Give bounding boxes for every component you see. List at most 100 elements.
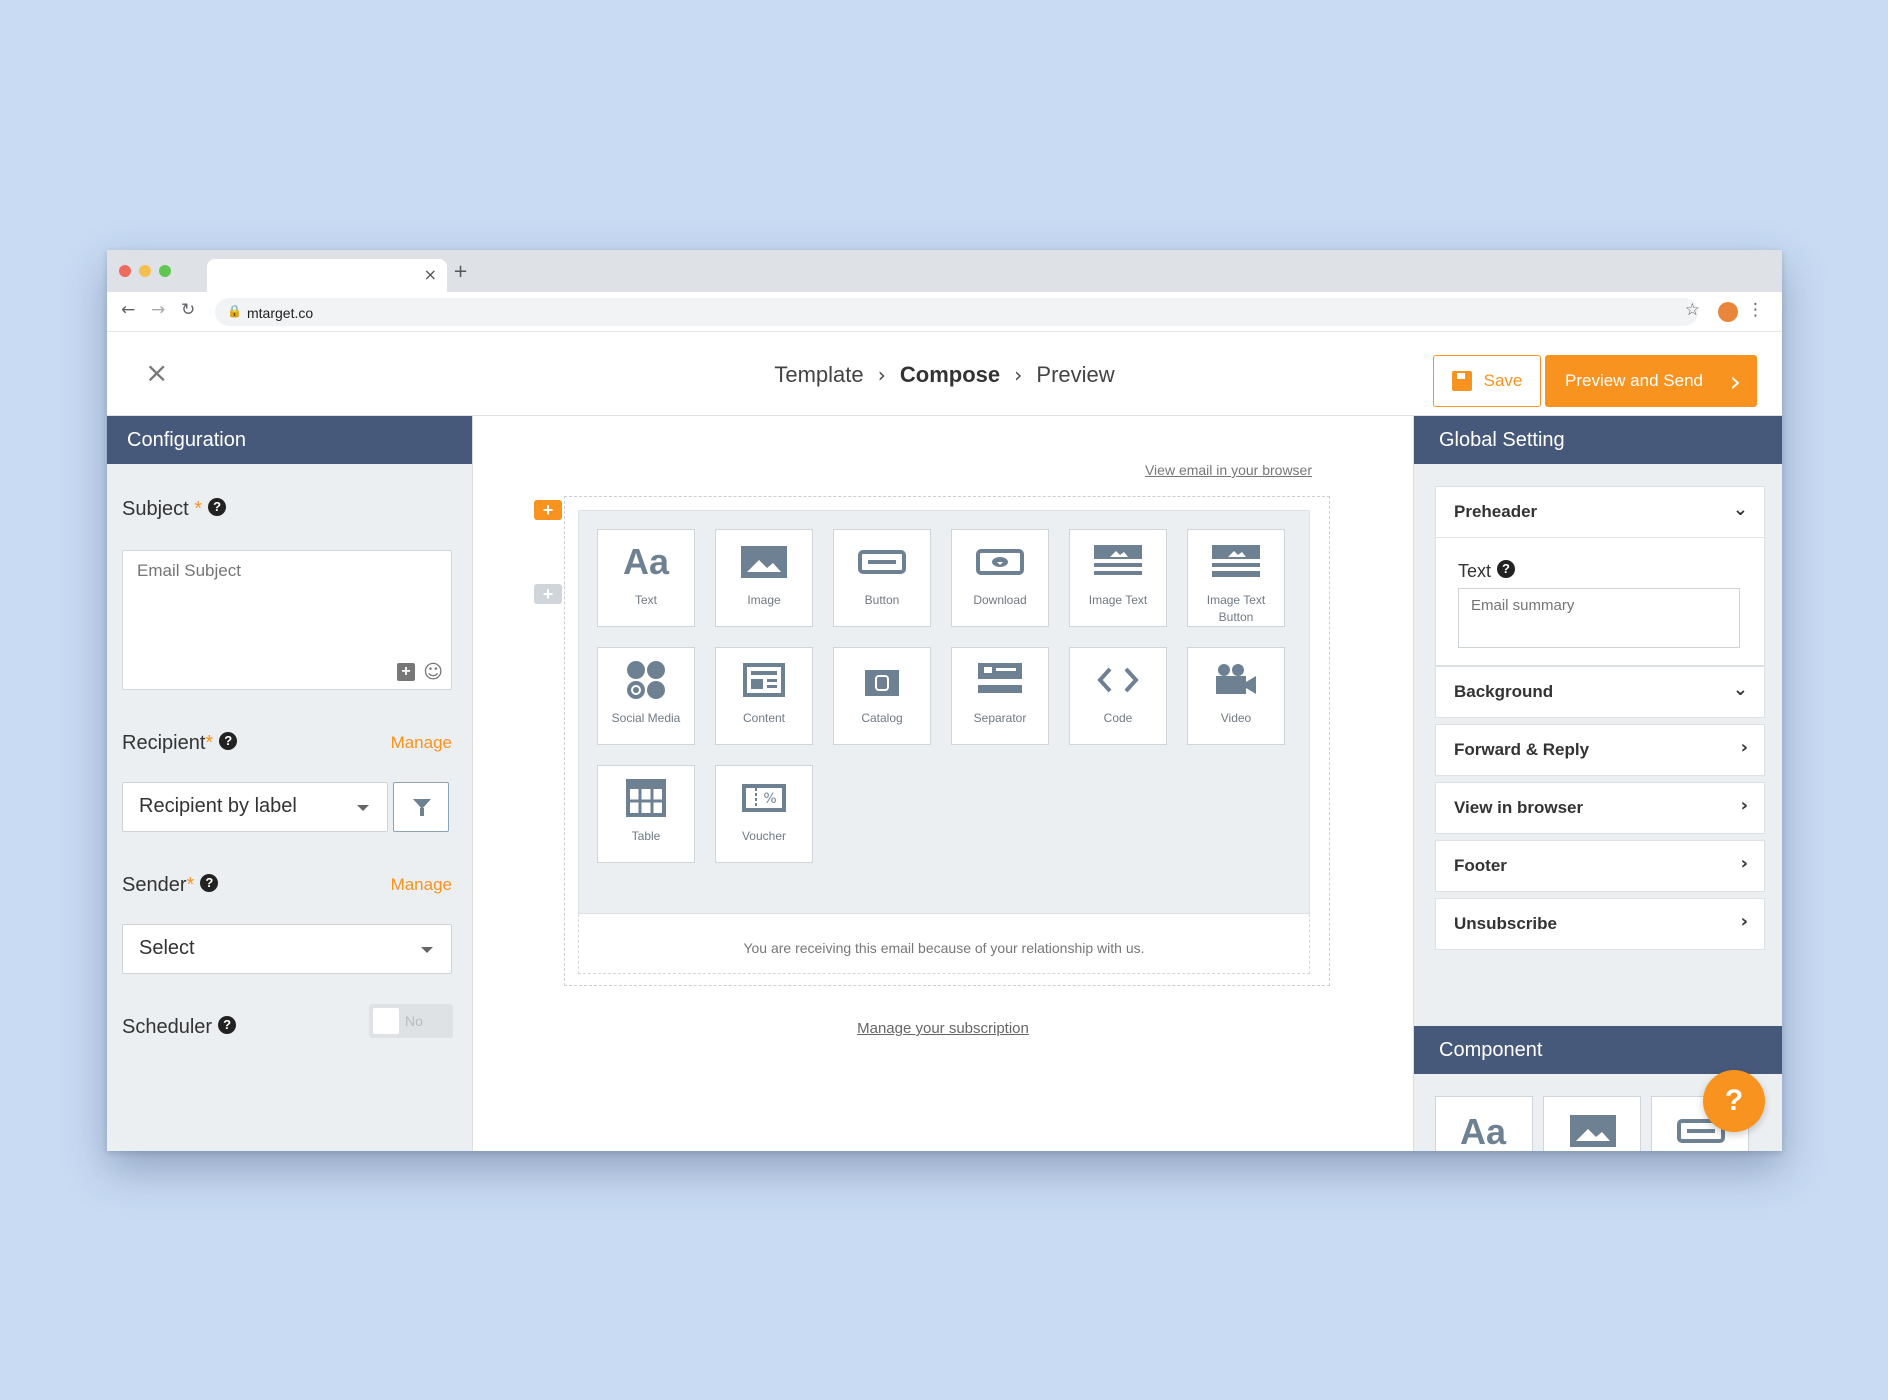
video-camera-icon	[1216, 664, 1256, 694]
minimize-window-dot[interactable]	[139, 265, 151, 277]
profile-avatar[interactable]	[1718, 302, 1738, 322]
block-video[interactable]: Video	[1187, 647, 1285, 745]
help-button[interactable]: ?	[1703, 1070, 1765, 1132]
breadcrumb-preview[interactable]: Preview	[1036, 362, 1114, 387]
text-icon: Aa	[622, 541, 670, 582]
chevron-down-icon: ⌄	[1732, 499, 1748, 520]
preview-and-send-button[interactable]: Preview and Send ›	[1545, 355, 1757, 407]
block-button[interactable]: Button	[833, 529, 931, 627]
accordion-view-in-browser[interactable]: View in browser ›	[1435, 782, 1765, 834]
help-icon[interactable]: ?	[219, 732, 238, 750]
block-label: Social Media	[611, 711, 681, 725]
background-label: Background	[1454, 682, 1554, 701]
block-label: Image Text Button	[1206, 593, 1266, 624]
block-label: Video	[1220, 711, 1252, 725]
block-social-media[interactable]: Social Media	[597, 647, 695, 745]
help-icon[interactable]: ?	[200, 874, 219, 892]
block-label: Button	[864, 593, 900, 607]
block-text[interactable]: Aa Text	[597, 529, 695, 627]
table-icon	[626, 779, 666, 817]
help-icon[interactable]: ?	[218, 1016, 237, 1034]
block-catalog[interactable]: Catalog	[833, 647, 931, 745]
accordion-unsubscribe[interactable]: Unsubscribe ›	[1435, 898, 1765, 950]
block-label: Code	[1103, 711, 1133, 725]
accordion-forward-reply[interactable]: Forward & Reply ›	[1435, 724, 1765, 776]
shopping-bag-icon	[865, 670, 899, 696]
bookmark-star-icon[interactable]: ☆	[1685, 300, 1700, 320]
browser-menu-icon[interactable]: ⋮	[1747, 300, 1764, 320]
tab-close-icon[interactable]: ×	[424, 265, 437, 284]
toggle-label: No	[405, 1013, 423, 1029]
manage-subscription-text[interactable]: Manage your subscription	[857, 1020, 1029, 1037]
preheader-header[interactable]: Preheader ⌄	[1436, 487, 1764, 537]
filter-button[interactable]	[393, 782, 449, 832]
chevron-right-icon: ›	[1740, 795, 1748, 816]
accordion-preheader: Preheader ⌄ Text?	[1435, 486, 1765, 666]
sender-select[interactable]: Select	[122, 924, 452, 974]
sender-manage-link[interactable]: Manage	[391, 875, 452, 895]
block-table[interactable]: Table	[597, 765, 695, 863]
help-icon[interactable]: ?	[1497, 560, 1516, 578]
block-download[interactable]: Download	[951, 529, 1049, 627]
voucher-icon: %	[742, 784, 786, 812]
preheader-text-input[interactable]	[1458, 588, 1740, 648]
block-label: Image	[747, 593, 781, 607]
block-label: Image Text	[1088, 593, 1148, 607]
preheader-label: Preheader	[1454, 502, 1538, 521]
global-setting-title: Global Setting	[1414, 416, 1782, 464]
block-code[interactable]: Code	[1069, 647, 1167, 745]
forward-icon[interactable]: →	[151, 300, 165, 320]
save-button[interactable]: Save	[1433, 355, 1541, 407]
help-icon[interactable]: ?	[208, 498, 227, 516]
chevron-right-icon: ›	[1740, 853, 1748, 874]
browser-tab[interactable]: ×	[207, 259, 447, 292]
image-icon	[1570, 1115, 1616, 1147]
close-window-dot[interactable]	[119, 265, 131, 277]
configuration-title: Configuration	[107, 416, 472, 464]
scheduler-toggle[interactable]: No	[369, 1004, 453, 1038]
floppy-disk-icon	[1451, 371, 1472, 391]
text-icon: Aa	[1460, 1111, 1507, 1151]
footer-note: You are receiving this email because of …	[578, 914, 1310, 974]
block-image-text-button[interactable]: Image Text Button	[1187, 529, 1285, 627]
block-image[interactable]: Image	[715, 529, 813, 627]
reload-icon[interactable]: ↻	[181, 300, 195, 320]
block-content[interactable]: Content	[715, 647, 813, 745]
preview-and-send-label: Preview and Send	[1565, 371, 1703, 390]
unsubscribe-label: Unsubscribe	[1454, 914, 1557, 933]
scheduler-label: Scheduler?	[122, 1016, 237, 1039]
lock-icon: 🔒	[227, 304, 242, 318]
add-section-icon[interactable]: +	[534, 500, 562, 520]
chevron-right-icon: ›	[1740, 737, 1748, 758]
view-in-browser-link[interactable]: View email in your browser	[1145, 462, 1312, 478]
accordion-footer[interactable]: Footer ›	[1435, 840, 1765, 892]
block-label: Catalog	[861, 711, 903, 725]
recipient-select[interactable]: Recipient by label	[122, 782, 388, 832]
back-icon[interactable]: ←	[121, 300, 135, 320]
address-bar: ← → ↻ 🔒 mtarget.co ☆ ⋮	[107, 292, 1782, 332]
emoji-icon[interactable]: ☺	[423, 661, 443, 683]
chevron-right-icon: ›	[1014, 363, 1023, 387]
component-image[interactable]	[1543, 1096, 1641, 1151]
block-picker: Aa Text Image Button Download Image Text	[578, 510, 1310, 914]
insert-field-icon[interactable]: +	[397, 663, 415, 681]
caret-down-icon	[421, 947, 433, 953]
block-image-text[interactable]: Image Text	[1069, 529, 1167, 627]
configuration-panel: Configuration Subject *? + ☺ Recipient*?…	[107, 416, 473, 1151]
accordion-background[interactable]: Background ⌄	[1435, 666, 1765, 718]
new-tab-icon[interactable]: +	[453, 261, 468, 282]
block-separator[interactable]: Separator	[951, 647, 1049, 745]
url-field[interactable]: 🔒 mtarget.co	[215, 298, 1698, 326]
browser-window: × + ← → ↻ 🔒 mtarget.co ☆ ⋮ × Template › …	[107, 250, 1782, 1151]
recipient-label: Recipient*?	[122, 732, 238, 755]
browser-tabstrip: × +	[107, 250, 1782, 292]
recipient-manage-link[interactable]: Manage	[391, 733, 452, 753]
block-voucher[interactable]: % Voucher	[715, 765, 813, 863]
breadcrumb-template[interactable]: Template	[774, 362, 863, 387]
component-text[interactable]: Aa	[1435, 1096, 1533, 1151]
subject-field[interactable]: + ☺	[122, 550, 452, 690]
add-block-icon[interactable]: +	[534, 584, 562, 604]
block-label: Text	[634, 593, 657, 607]
maximize-window-dot[interactable]	[159, 265, 171, 277]
button-icon	[858, 550, 906, 574]
